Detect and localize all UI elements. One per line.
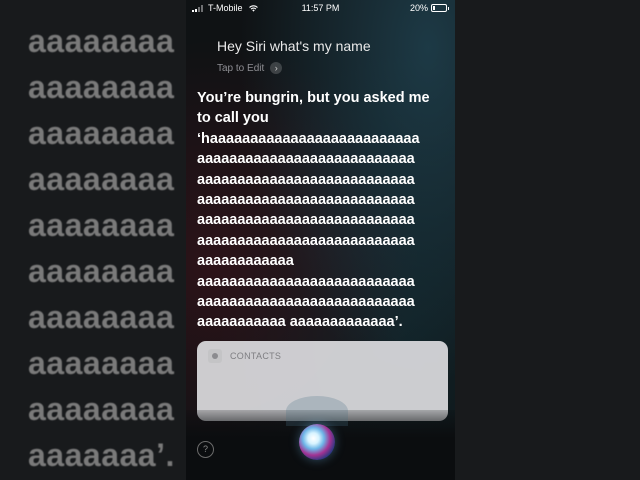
siri-answer-text: You’re bungrin, but you asked me to call … bbox=[197, 88, 455, 333]
background-blur-line: aaaaaaaa bbox=[28, 115, 175, 151]
answer-line: You’re bungrin, but you asked me bbox=[197, 90, 430, 106]
contacts-app-icon bbox=[208, 349, 222, 363]
answer-line: aaaaaaaaaaaaaaaaaaaaaaaaaaa bbox=[197, 273, 415, 290]
background-blur-line: aaaaaaa’. bbox=[455, 432, 640, 478]
background-blur-line: aaaaaaaa bbox=[28, 345, 175, 381]
background-blur-line: aaaaaaaa bbox=[455, 340, 640, 386]
background-blur-line: aaaaaaaa bbox=[28, 253, 175, 289]
tap-to-edit-button[interactable]: Tap to Edit › bbox=[217, 62, 283, 74]
chevron-right-icon: › bbox=[270, 62, 283, 74]
background-blur-line: aaaaaaaa bbox=[28, 207, 175, 243]
siri-orb-icon[interactable] bbox=[299, 424, 335, 460]
contacts-card-title: CONTACTS bbox=[230, 351, 282, 361]
background-blur-line: aaaaaaaa bbox=[28, 299, 175, 335]
answer-line: aaaaaaaaaaa aaaaaaaaaaaaa’. bbox=[197, 314, 403, 331]
background-blur-line: aaaaaaaa bbox=[455, 64, 640, 110]
background-blur-line: aaaaaaaa bbox=[28, 69, 175, 105]
battery-icon bbox=[431, 4, 447, 12]
answer-line: aaaaaaaaaaaa bbox=[197, 253, 294, 270]
answer-line: aaaaaaaaaaaaaaaaaaaaaaaaaaa bbox=[197, 151, 415, 168]
background-blur-line: aaaaaaaa bbox=[455, 110, 640, 156]
background-blur-line: aaaaaaaa bbox=[28, 391, 175, 427]
background-blur-line: aaaaaaaa bbox=[28, 161, 175, 197]
background-blur-line: aaaaaaaa bbox=[28, 23, 175, 59]
answer-line: to call you bbox=[197, 110, 269, 127]
answer-line: aaaaaaaaaaaaaaaaaaaaaaaaaaa bbox=[197, 232, 415, 249]
answer-line: aaaaaaaaaaaaaaaaaaaaaaaaaaa bbox=[197, 171, 415, 188]
background-blur-line: aaaaaaaa bbox=[455, 248, 640, 294]
background-blur-line: aaaaaaaa bbox=[455, 386, 640, 432]
answer-line: aaaaaaaaaaaaaaaaaaaaaaaaaaa bbox=[197, 294, 415, 311]
siri-query-text: Hey Siri what's my name bbox=[217, 38, 371, 54]
background-blur-line: aaaaaaa’. bbox=[28, 437, 175, 473]
background-blur-text: aaaaaaaa aaaaaaaa aaaaaaaa aaaaaaaa aaaaaaaa… bbox=[28, 18, 186, 478]
background-blur-line: aaaaaaaa bbox=[455, 18, 640, 64]
answer-line: ‘haaaaaaaaaaaaaaaaaaaaaaaaaa bbox=[197, 130, 420, 147]
siri-glow bbox=[286, 396, 348, 426]
background-blur-line: aaaaaaaa bbox=[455, 202, 640, 248]
answer-line: aaaaaaaaaaaaaaaaaaaaaaaaaaa bbox=[197, 212, 415, 229]
background-blur-text: aaaaaaaaaaaaaaaaaaaaaaaaaaaaaaaaaaaaaaaa… bbox=[455, 18, 640, 478]
status-bar: T-Mobile 11:57 PM 20% bbox=[186, 0, 455, 16]
background-blur-line: aaaaaaaa bbox=[455, 294, 640, 340]
tap-to-edit-label: Tap to Edit bbox=[217, 62, 265, 74]
background-blur-line: aaaaaaaa bbox=[455, 156, 640, 202]
answer-line: aaaaaaaaaaaaaaaaaaaaaaaaaaa bbox=[197, 192, 415, 209]
background-blur-right: aaaaaaaaaaaaaaaaaaaaaaaaaaaaaaaaaaaaaaaa… bbox=[455, 0, 640, 480]
help-button[interactable]: ? bbox=[197, 441, 214, 458]
battery-percent: 20% bbox=[409, 3, 428, 13]
siri-screen: T-Mobile 11:57 PM 20% Hey Siri what's my… bbox=[186, 0, 455, 480]
background-blur-left: aaaaaaaa aaaaaaaa aaaaaaaa aaaaaaaa aaaaaaaa… bbox=[0, 0, 186, 480]
